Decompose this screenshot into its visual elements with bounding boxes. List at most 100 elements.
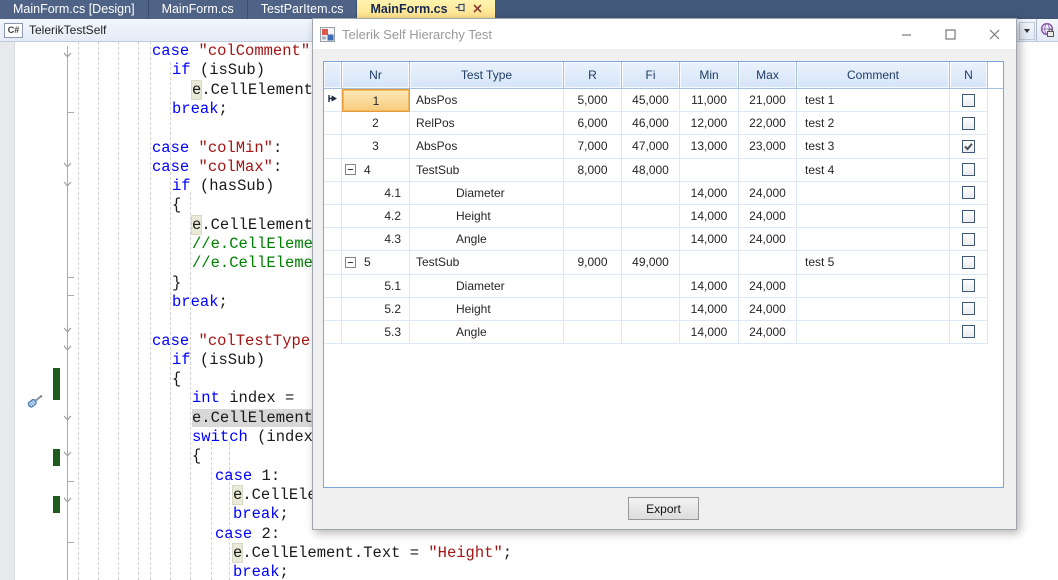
outline-collapse-chevron-icon[interactable] [63,46,72,64]
outline-collapse-chevron-icon[interactable] [63,409,72,427]
cell-fi[interactable]: 46,000 [622,112,680,135]
cell-r[interactable]: 6,000 [564,112,622,135]
cell-n[interactable] [950,159,988,182]
cell-max[interactable]: 23,000 [739,135,797,158]
cell-r[interactable] [564,205,622,228]
cell-comment[interactable]: test 5 [797,251,950,274]
outline-collapse-chevron-icon[interactable] [63,175,72,193]
table-row[interactable]: 3AbsPos7,00047,00013,00023,000test 3 [324,135,1003,158]
cell-n[interactable] [950,298,988,321]
cell-nr[interactable]: 4.1 [342,182,410,205]
table-row[interactable]: 2RelPos6,00046,00012,00022,000test 2 [324,112,1003,135]
cell-min[interactable]: 13,000 [680,135,739,158]
checkbox-unchecked[interactable] [962,325,975,338]
cell-test-type[interactable]: AbsPos [410,135,564,158]
cell-test-type[interactable]: Height [410,298,564,321]
cell-nr[interactable]: 4.3 [342,228,410,251]
cell-r[interactable]: 5,000 [564,89,622,112]
cell-fi[interactable] [622,205,680,228]
grid-header-indicator[interactable] [324,62,342,89]
cell-n[interactable] [950,321,988,344]
table-row[interactable]: 4.2Height14,00024,000 [324,205,1003,228]
row-indicator-cell[interactable] [324,251,342,274]
checkbox-unchecked[interactable] [962,302,975,315]
cell-comment[interactable]: test 4 [797,159,950,182]
cell-fi[interactable] [622,298,680,321]
cell-n[interactable] [950,251,988,274]
cell-test-type[interactable]: AbsPos [410,89,564,112]
cell-comment[interactable] [797,275,950,298]
collapse-icon[interactable] [345,164,356,175]
close-button[interactable] [972,20,1016,48]
collapse-icon[interactable] [345,257,356,268]
cell-n[interactable] [950,228,988,251]
cell-comment[interactable]: test 1 [797,89,950,112]
cell-min[interactable]: 14,000 [680,321,739,344]
cell-test-type[interactable]: TestSub [410,159,564,182]
cell-comment[interactable] [797,321,950,344]
cell-r[interactable] [564,228,622,251]
cell-r[interactable]: 9,000 [564,251,622,274]
cell-fi[interactable]: 49,000 [622,251,680,274]
cell-nr[interactable]: 5.1 [342,275,410,298]
cell-min[interactable] [680,159,739,182]
row-indicator-cell[interactable] [324,159,342,182]
outline-collapse-chevron-icon[interactable] [63,491,72,509]
cell-r[interactable] [564,182,622,205]
cell-n[interactable] [950,89,988,112]
cell-r[interactable] [564,298,622,321]
checkbox-unchecked[interactable] [962,117,975,130]
cell-r[interactable]: 7,000 [564,135,622,158]
cell-test-type[interactable]: Diameter [410,275,564,298]
checkbox-unchecked[interactable] [962,186,975,199]
cell-comment[interactable] [797,182,950,205]
cell-n[interactable] [950,112,988,135]
checkbox-unchecked[interactable] [962,210,975,223]
table-row[interactable]: 5.1Diameter14,00024,000 [324,275,1003,298]
cell-comment[interactable] [797,298,950,321]
grid-header-min[interactable]: Min [680,62,739,89]
cell-nr[interactable]: 4.2 [342,205,410,228]
cell-max[interactable] [739,159,797,182]
checkbox-unchecked[interactable] [962,279,975,292]
row-indicator-cell[interactable] [324,182,342,205]
screwdriver-icon[interactable] [26,390,46,415]
cell-test-type[interactable]: Height [410,205,564,228]
cell-n[interactable] [950,182,988,205]
cell-min[interactable]: 11,000 [680,89,739,112]
cell-nr[interactable]: 1 [342,89,410,112]
grid-header-fi[interactable]: Fi [622,62,680,89]
grid-header-test-type[interactable]: Test Type [410,62,564,89]
chevron-down-icon[interactable] [1019,22,1035,40]
cell-test-type[interactable]: Angle [410,321,564,344]
cell-fi[interactable] [622,228,680,251]
grid-header-r[interactable]: R [564,62,622,89]
breadcrumb[interactable]: TelerikTestSelf [29,23,106,37]
cell-max[interactable]: 24,000 [739,275,797,298]
hierarchy-grid[interactable]: NrTest TypeRFiMinMaxCommentN 1AbsPos5,00… [323,61,1004,488]
cell-comment[interactable] [797,228,950,251]
cell-max[interactable]: 24,000 [739,228,797,251]
cell-test-type[interactable]: TestSub [410,251,564,274]
row-indicator-cell[interactable] [324,112,342,135]
cell-nr[interactable]: 3 [342,135,410,158]
outline-collapse-chevron-icon[interactable] [63,339,72,357]
cell-test-type[interactable]: RelPos [410,112,564,135]
cell-fi[interactable]: 45,000 [622,89,680,112]
outline-collapse-chevron-icon[interactable] [63,321,72,339]
tab-1[interactable]: MainForm.cs [Design] [0,0,149,19]
outline-collapse-chevron-icon[interactable] [63,156,72,174]
tab-4-active[interactable]: MainForm.cs [357,0,494,19]
cell-max[interactable] [739,251,797,274]
cell-max[interactable]: 22,000 [739,112,797,135]
row-indicator-cell[interactable] [324,298,342,321]
table-row[interactable]: 4.3Angle14,00024,000 [324,228,1003,251]
maximize-button[interactable] [928,20,972,48]
grid-header-n[interactable]: N [950,62,988,89]
tab-2[interactable]: MainForm.cs [149,0,248,19]
row-indicator-cell[interactable] [324,89,342,112]
cell-test-type[interactable]: Angle [410,228,564,251]
tab-3[interactable]: TestParItem.cs [248,0,358,19]
grid-header-nr[interactable]: Nr [342,62,410,89]
cell-fi[interactable] [622,182,680,205]
